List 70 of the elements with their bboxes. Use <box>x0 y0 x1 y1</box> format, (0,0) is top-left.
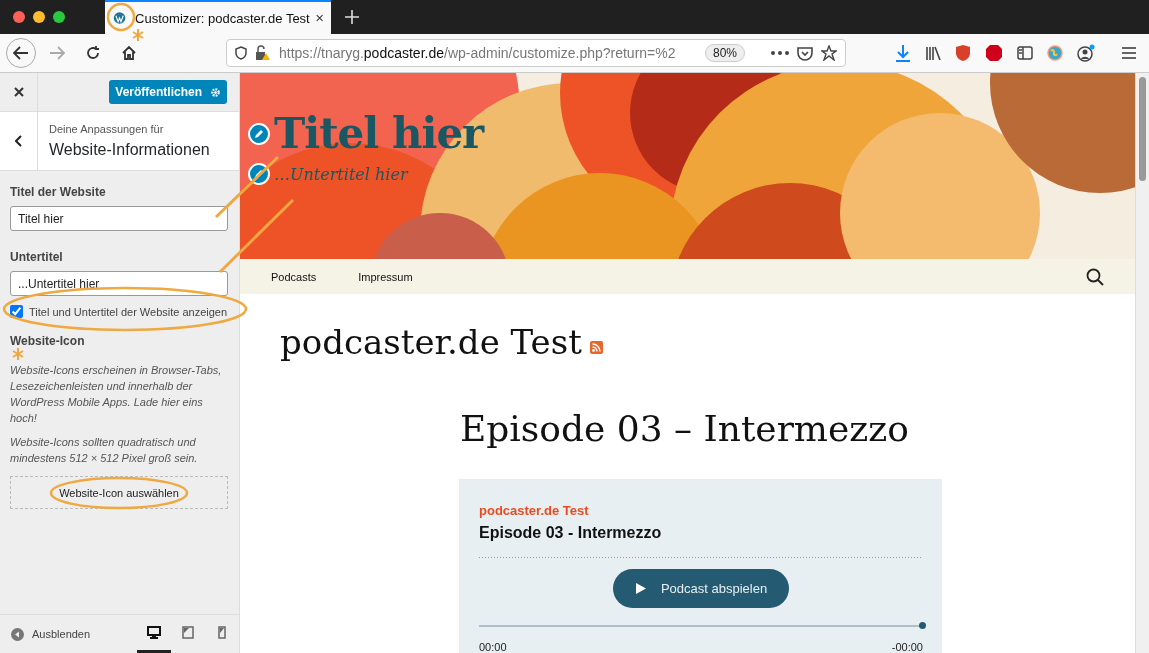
shield-icon <box>235 46 247 60</box>
wordpress-logo-icon <box>113 9 127 27</box>
back-arrow-icon <box>13 46 29 60</box>
annotation-circle <box>106 2 136 32</box>
publish-button[interactable]: Veröffentlichen <box>109 80 227 104</box>
lock-warning-icon <box>255 45 271 61</box>
pencil-icon <box>254 169 264 179</box>
rss-icon[interactable] <box>589 340 603 354</box>
forward-arrow-icon <box>49 46 65 60</box>
sidebar-icon[interactable] <box>1017 46 1033 60</box>
play-button[interactable]: Podcast abspielen <box>612 569 790 608</box>
more-icon[interactable] <box>771 51 789 55</box>
help-text: Website-Icons erscheinen in Browser-Tabs, Lesezeichenleisten und innerhalb der WordPress Mobile Apps. Lade hier eins hoch! <box>10 363 223 426</box>
pencil-icon <box>254 129 264 139</box>
close-icon <box>13 87 24 97</box>
field-label: Titel der Website <box>10 185 107 199</box>
section-heading: Website-Icon <box>10 334 86 348</box>
shield-extension-icon[interactable] <box>955 44 971 62</box>
left-arrow-circle-icon <box>11 627 24 641</box>
close-window-icon[interactable] <box>13 11 25 23</box>
play-icon <box>634 582 647 595</box>
section-caption: Deine Anpassungen für <box>49 123 165 135</box>
menu-icon[interactable] <box>1121 46 1137 60</box>
search-button[interactable] <box>1086 267 1104 286</box>
site-tagline: …Untertitel hier <box>274 164 408 184</box>
minimize-window-icon[interactable] <box>33 11 45 23</box>
desktop-icon <box>147 626 161 639</box>
scrollbar-thumb[interactable] <box>1139 77 1146 181</box>
star-icon[interactable] <box>821 45 837 61</box>
show-title: podcaster.de Test <box>479 503 590 518</box>
nav-link[interactable]: Impressum <box>358 270 413 283</box>
zoom-level[interactable]: 80% <box>704 44 745 62</box>
address-bar[interactable]: https://tnaryg.podcaster.de/wp-admin/customize.php?return=%2 80% <box>226 39 846 67</box>
help-text: Website-Icons sollten quadratisch und mindestens 512 × 512 Pixel groß sein. <box>10 435 199 466</box>
section-title: Website-Informationen <box>49 141 210 159</box>
site-title: Titel hier <box>274 113 484 155</box>
adblock-icon[interactable] <box>985 44 1003 62</box>
account-icon[interactable] <box>1077 44 1095 62</box>
field-label: Untertitel <box>10 250 64 264</box>
blog-title: podcaster.de Test <box>280 322 582 362</box>
globe-icon[interactable] <box>1047 45 1063 61</box>
annotation-asterisk <box>132 28 144 42</box>
browser-tab[interactable]: Customizer: podcaster.de Test <box>105 0 331 34</box>
annotation-asterisk <box>12 347 24 361</box>
elapsed-time: 00:00 <box>479 641 507 653</box>
checkbox-label: Titel und Untertitel der Website anzeigen <box>29 305 228 318</box>
text-field[interactable]: ...Untertitel hier <box>10 271 228 296</box>
close-tab-icon[interactable] <box>315 13 323 23</box>
search-icon <box>1086 267 1104 286</box>
settings-icon <box>210 86 221 98</box>
pocket-icon[interactable] <box>797 45 813 61</box>
checkbox[interactable] <box>10 305 23 318</box>
tab-title: Customizer: podcaster.de Test <box>134 10 310 26</box>
download-icon[interactable] <box>895 44 911 62</box>
mobile-icon <box>218 626 226 639</box>
episode-title: Episode 03 - Intermezzo <box>479 524 663 542</box>
chevron-left-icon <box>15 135 22 147</box>
tablet-icon <box>182 626 194 639</box>
new-tab-icon[interactable] <box>345 10 359 24</box>
home-icon <box>121 45 137 61</box>
text-field[interactable]: Titel hier <box>10 206 228 231</box>
collapse-button[interactable]: Ausblenden <box>11 627 91 641</box>
post-title: Episode 03 – Intermezzo <box>460 408 910 449</box>
nav-link[interactable]: Podcasts <box>271 270 317 283</box>
maximize-window-icon[interactable] <box>53 11 65 23</box>
remaining-time: -00:00 <box>891 641 923 653</box>
library-icon[interactable] <box>925 45 941 61</box>
reload-icon <box>85 45 101 61</box>
select-icon-button[interactable]: Website-Icon auswählen <box>10 476 228 509</box>
url-text: https://tnaryg.podcaster.de/wp-admin/customize.php?return=%2 <box>279 45 677 61</box>
